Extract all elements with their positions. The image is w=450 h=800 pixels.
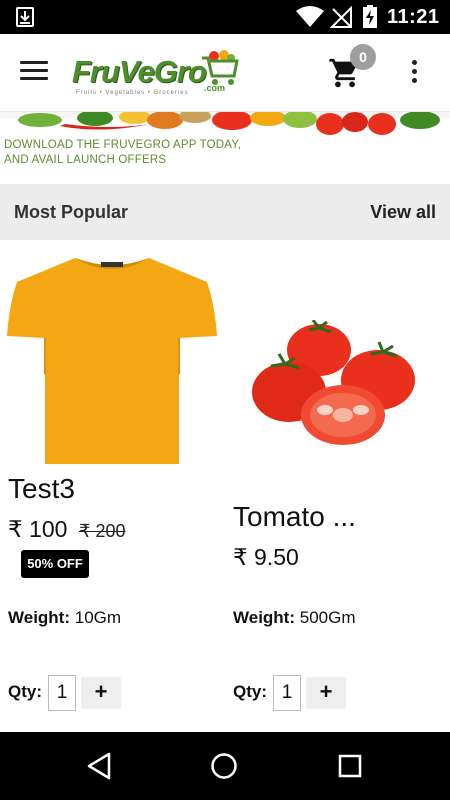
qty-label: Qty: xyxy=(8,682,42,701)
more-vert-icon[interactable] xyxy=(404,60,424,88)
no-signal-icon xyxy=(330,6,352,28)
product-weight: Weight: 500Gm xyxy=(233,608,356,628)
home-icon[interactable] xyxy=(210,752,238,780)
quantity-input[interactable]: 1 xyxy=(48,675,76,711)
product-price: ₹ 9.50 xyxy=(233,544,299,570)
status-bar: 11:21 xyxy=(0,0,450,34)
banner-text-line1: DOWNLOAD THE FRUVEGRO APP TODAY, xyxy=(4,139,242,151)
recents-icon[interactable] xyxy=(338,754,362,778)
logo-tagline: Fruits • Vegetables • Groceries xyxy=(76,90,189,96)
weight-value: 500Gm xyxy=(299,608,356,627)
logo-suffix: .com xyxy=(204,83,226,93)
vegetables-banner-image xyxy=(0,112,450,135)
product-name[interactable]: Tomato ... xyxy=(233,501,356,533)
discount-badge: 50% OFF xyxy=(21,550,89,578)
product-image-tshirt[interactable] xyxy=(7,254,217,466)
logo-text: FruVeGro xyxy=(72,54,207,89)
fruvegro-logo[interactable]: FruVeGro .com Fruits • Vegetables • Groc… xyxy=(70,46,242,102)
weight-label: Weight: xyxy=(8,608,71,627)
product-image-tomato[interactable] xyxy=(233,320,441,460)
increase-qty-button[interactable]: + xyxy=(81,677,121,709)
back-icon[interactable] xyxy=(86,752,112,780)
banner-text-line2: AND AVAIL LAUNCH OFFERS xyxy=(4,154,167,166)
wifi-icon xyxy=(296,6,324,27)
product-card[interactable]: Test3 ₹ 100 ₹ 200 50% OFF Weight: 10Gm Q… xyxy=(0,240,225,732)
product-price: ₹ 100 xyxy=(8,516,68,542)
increase-qty-button[interactable]: + xyxy=(306,677,346,709)
product-weight: Weight: 10Gm xyxy=(8,608,121,628)
weight-label: Weight: xyxy=(233,608,296,627)
view-all-link[interactable]: View all xyxy=(370,202,436,223)
product-card[interactable]: Tomato ... ₹ 9.50 Weight: 500Gm Qty: 1 + xyxy=(225,240,450,732)
qty-label: Qty: xyxy=(233,682,267,701)
promo-banner[interactable]: DOWNLOAD THE FRUVEGRO APP TODAY, AND AVA… xyxy=(0,112,450,184)
battery-charging-icon xyxy=(363,5,377,28)
logo-cart-icon xyxy=(202,50,239,85)
product-mrp: ₹ 200 xyxy=(79,521,126,541)
product-name[interactable]: Test3 xyxy=(8,473,75,505)
cart-count-badge: 0 xyxy=(350,44,376,70)
quantity-input[interactable]: 1 xyxy=(273,675,301,711)
most-popular-header: Most Popular View all xyxy=(0,184,450,240)
download-icon xyxy=(16,7,34,27)
weight-value: 10Gm xyxy=(74,608,122,627)
section-title: Most Popular xyxy=(14,202,129,222)
menu-icon[interactable] xyxy=(20,61,48,85)
system-nav-bar xyxy=(0,732,450,800)
status-time: 11:21 xyxy=(387,6,440,28)
app-bar: FruVeGro .com Fruits • Vegetables • Groc… xyxy=(0,34,450,112)
